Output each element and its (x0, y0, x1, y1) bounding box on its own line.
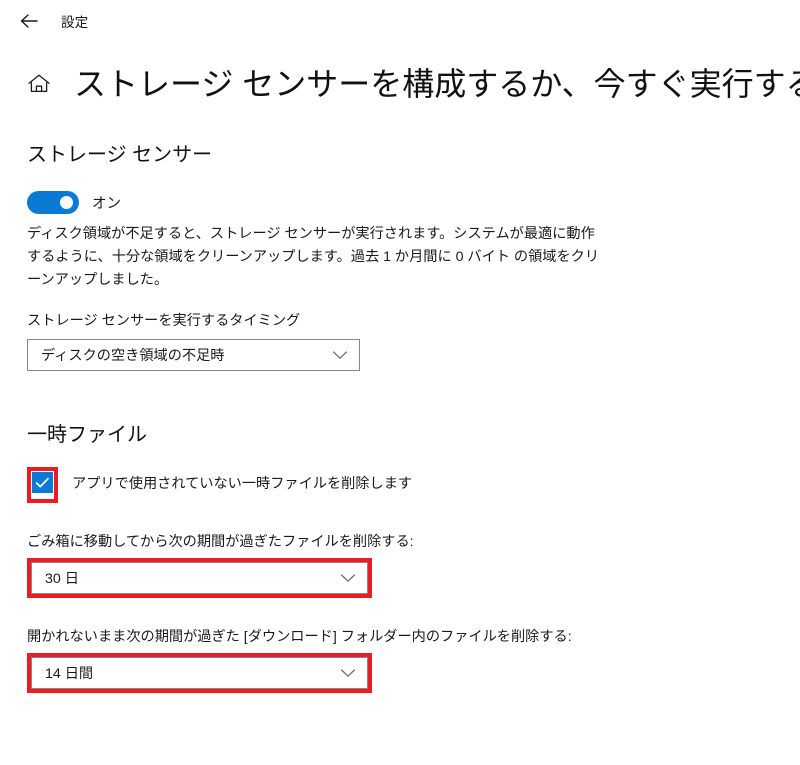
recycle-bin-dropdown-wrap: 30 日 (27, 551, 780, 598)
checkmark-icon (35, 477, 50, 489)
storage-sense-heading: ストレージ センサー (27, 144, 213, 166)
downloads-label: 開かれないまま次の期間が過ぎた [ダウンロード] フォルダー内のファイルを削除す… (27, 629, 572, 645)
storage-sense-description: ディスク領域が不足すると、ストレージ センサーが実行されます。システムが最適に動… (27, 226, 600, 288)
recycle-bin-label: ごみ箱に移動してから次の期間が過ぎたファイルを削除する: (27, 534, 414, 550)
top-navigation-bar: 設定 (0, 0, 800, 42)
page-title-row: ストレージ センサーを構成するか、今すぐ実行する (0, 56, 800, 112)
storage-sense-toggle[interactable] (27, 191, 79, 214)
recycle-bin-dropdown[interactable]: 30 日 (31, 562, 368, 594)
storage-sense-schedule-label: ストレージ センサーを実行するタイミング (27, 313, 301, 329)
temp-files-checkbox[interactable] (32, 472, 53, 493)
home-icon[interactable] (24, 69, 54, 99)
annotation-box-checkbox (27, 467, 58, 503)
annotation-box-downloads: 14 日間 (27, 653, 372, 693)
downloads-dropdown-wrap: 14 日間 (27, 646, 780, 693)
temp-files-checkbox-label: アプリで使用されていない一時ファイルを削除します (72, 476, 413, 492)
chevron-down-icon (332, 350, 348, 360)
downloads-dropdown[interactable]: 14 日間 (31, 657, 368, 689)
dropdown-value: 30 日 (45, 571, 79, 587)
annotation-box-recycle-bin: 30 日 (27, 558, 372, 598)
back-arrow-icon (19, 13, 39, 29)
dropdown-value: 14 日間 (45, 666, 94, 682)
temp-files-heading: 一時ファイル (27, 424, 147, 446)
page-title: ストレージ センサーを構成するか、今すぐ実行する (74, 66, 800, 102)
dropdown-value: ディスクの空き領域の不足時 (41, 348, 225, 364)
storage-sense-toggle-label: オン (92, 196, 121, 212)
back-button[interactable] (14, 7, 44, 35)
settings-content: ストレージ センサー オン ディスク領域が不足すると、ストレージ センサーが実行… (0, 138, 800, 693)
storage-sense-schedule-dropdown[interactable]: ディスクの空き領域の不足時 (27, 339, 360, 371)
chevron-down-icon (340, 573, 356, 583)
temp-files-checkbox-row: アプリで使用されていない一時ファイルを削除します (27, 467, 780, 503)
chevron-down-icon (340, 668, 356, 678)
toggle-knob (60, 196, 73, 209)
settings-app-label: 設定 (61, 15, 89, 30)
storage-sense-toggle-row: オン (27, 191, 780, 214)
